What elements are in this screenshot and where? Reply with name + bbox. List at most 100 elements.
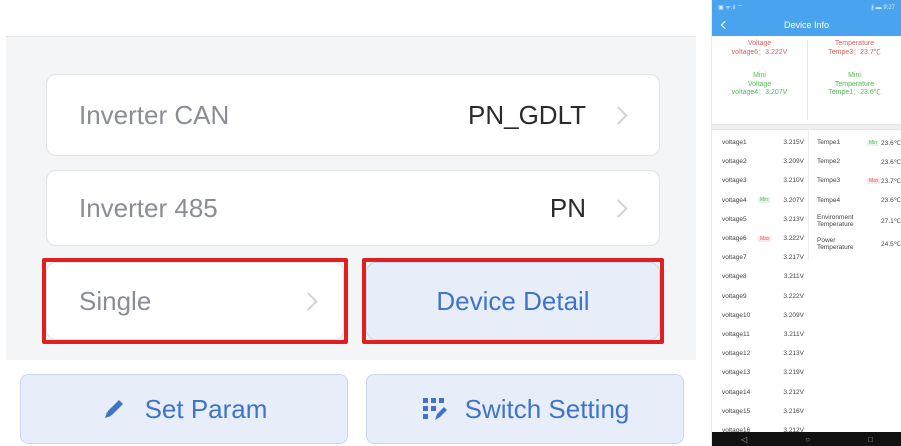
voltage-row: voltage15 3.216V [712, 402, 807, 421]
status-left-icons: ▣ ᯤ.ıl ⌔ [718, 5, 743, 11]
system-nav-bar: ◁ ○ □ [712, 432, 901, 446]
temperature-name: Tempe3 [817, 177, 840, 184]
voltage-value: 3.209V [783, 311, 804, 319]
chevron-right-icon [299, 291, 318, 311]
temperature-row: Tempe3 Max 23.7℃ [809, 171, 901, 190]
min-temp-title1: Mini [848, 72, 861, 79]
max-temp-summary: Temperature Tempe3：23.7℃ [807, 40, 901, 57]
voltage-name: voltage4 [722, 196, 747, 204]
phone-screen: ▣ ᯤ.ıl ⌔ ∦ ▬ 9:27 Device Info Voltage vo… [711, 0, 901, 446]
max-voltage-value: voltage6：3.222V [731, 48, 788, 56]
max-badge: Max [867, 177, 881, 184]
voltage-value: 3.215V [783, 139, 804, 147]
voltage-name: voltage10 [722, 311, 751, 319]
voltage-row: voltage8 3.211V [712, 267, 807, 286]
voltage-name: voltage3 [722, 177, 747, 185]
temperature-name: Tempe2 [817, 158, 840, 165]
min-voltage-summary: Mini Voltage voltage4：3.207V [712, 72, 807, 98]
voltage-row: voltage1 3.215V [712, 133, 807, 152]
voltage-row: voltage12 3.213V [712, 344, 807, 363]
status-bar: ▣ ᯤ.ıl ⌔ ∦ ▬ 9:27 [712, 0, 901, 14]
min-badge: Min [867, 139, 880, 146]
chevron-right-icon [609, 105, 628, 125]
voltage-value: 3.219V [783, 369, 804, 377]
temperature-row: Environment Temperature 27.1℃ [809, 210, 901, 232]
temperature-name: Tempe4 [817, 197, 840, 204]
temperature-value: 24.5℃ [881, 240, 901, 248]
voltage-row: voltage9 3.222V [712, 287, 807, 306]
voltage-name: voltage11 [722, 331, 750, 339]
page-title: Device Info [783, 20, 830, 30]
min-badge: Min [758, 197, 771, 204]
device-detail-label: Device Detail [436, 285, 590, 316]
inverter-485-value: PN [549, 192, 586, 223]
voltage-row: voltage3 3.210V [712, 171, 807, 190]
voltage-value: 3.207V [783, 196, 804, 204]
nav-back-icon[interactable]: ◁ [741, 435, 747, 444]
temperature-row: Power Temperature 24.5℃ [809, 233, 901, 255]
settings-panel: Inverter CAN PN_GDLT Inverter 485 PN Sin… [0, 0, 700, 446]
nav-bar: Device Info [712, 14, 901, 36]
temperature-name: Tempe1 [817, 139, 840, 146]
device-detail-button[interactable]: Device Detail [366, 262, 660, 340]
inverter-can-label: Inverter CAN [79, 99, 230, 130]
min-voltage-title1: Mini [753, 72, 766, 79]
min-temp-value: Tempe1：23.6℃ [828, 89, 881, 96]
single-label: Single [79, 285, 152, 316]
min-voltage-value: voltage4：3.207V [731, 89, 788, 96]
voltage-name: voltage13 [722, 369, 751, 377]
temperature-row: Tempe1 Min 23.6℃ [809, 133, 901, 152]
temperature-name-line1: Environment [817, 213, 854, 221]
voltage-row: voltage2 3.209V [712, 152, 807, 171]
voltage-value: 3.212V [783, 388, 804, 396]
temperature-name-line2: Temperature [817, 243, 854, 251]
min-voltage-title2: Voltage [747, 80, 772, 88]
pencil-icon [101, 396, 127, 422]
max-voltage-summary: Voltage voltage6：3.222V [712, 40, 807, 57]
voltage-row: voltage7 3.217V [712, 248, 807, 267]
grid-settings-icon [421, 396, 447, 422]
temperature-name: Environment Temperature [817, 214, 854, 228]
voltage-name: voltage9 [722, 292, 747, 300]
max-voltage-title: Voltage [747, 40, 772, 47]
voltage-row: voltage13 3.219V [712, 363, 807, 382]
voltage-row: voltage14 3.212V [712, 383, 807, 402]
voltage-name: voltage15 [722, 407, 751, 415]
set-param-button[interactable]: Set Param [20, 374, 348, 444]
summary-section: Voltage voltage6：3.222V Temperature Temp… [712, 36, 901, 124]
voltage-row: voltage4 Min 3.207V [712, 191, 807, 210]
max-temp-title: Temperature [834, 40, 875, 47]
voltage-name: voltage2 [722, 158, 747, 166]
status-right-icons: ∦ ▬ 9:27 [870, 4, 895, 11]
voltage-value: 3.216V [783, 407, 804, 415]
inverter-can-row[interactable]: Inverter CAN PN_GDLT [46, 74, 660, 156]
voltage-name: voltage5 [722, 215, 747, 223]
voltage-name: voltage1 [722, 139, 747, 147]
voltage-name: voltage8 [722, 273, 747, 281]
nav-home-icon[interactable]: ○ [805, 435, 810, 444]
inverter-485-row[interactable]: Inverter 485 PN [46, 170, 660, 246]
chevron-right-icon [609, 198, 628, 218]
switch-setting-button[interactable]: Switch Setting [366, 374, 684, 444]
temperature-value: 27.1℃ [881, 217, 901, 225]
switch-setting-label: Switch Setting [464, 393, 630, 424]
voltage-value: 3.211V [783, 273, 804, 281]
voltage-value: 3.209V [783, 158, 804, 166]
voltage-row: voltage10 3.209V [712, 306, 807, 325]
max-badge: Max [758, 235, 772, 242]
single-button[interactable]: Single [46, 262, 344, 340]
voltage-name: voltage14 [722, 388, 751, 396]
inverter-485-label: Inverter 485 [79, 192, 218, 223]
voltage-row: voltage6 Max 3.222V [712, 229, 807, 248]
temperature-name-line1: Tempe4 [817, 196, 841, 204]
min-temp-summary: Mini Temperature Tempe1：23.6℃ [807, 72, 901, 98]
inverter-can-value: PN_GDLT [468, 99, 586, 130]
cell-list: voltage1 3.215V voltage2 3.209V voltage3 3.21… [712, 130, 901, 436]
min-temp-title2: Temperature [834, 80, 875, 88]
temperature-name-line1: Tempe3 [817, 177, 841, 185]
voltage-value: 3.213V [783, 215, 804, 223]
nav-recent-icon[interactable]: □ [868, 435, 873, 444]
temperature-value: 23.7℃ [881, 177, 901, 185]
voltage-row: voltage11 3.211V [712, 325, 807, 344]
voltage-value: 3.213V [783, 350, 804, 358]
